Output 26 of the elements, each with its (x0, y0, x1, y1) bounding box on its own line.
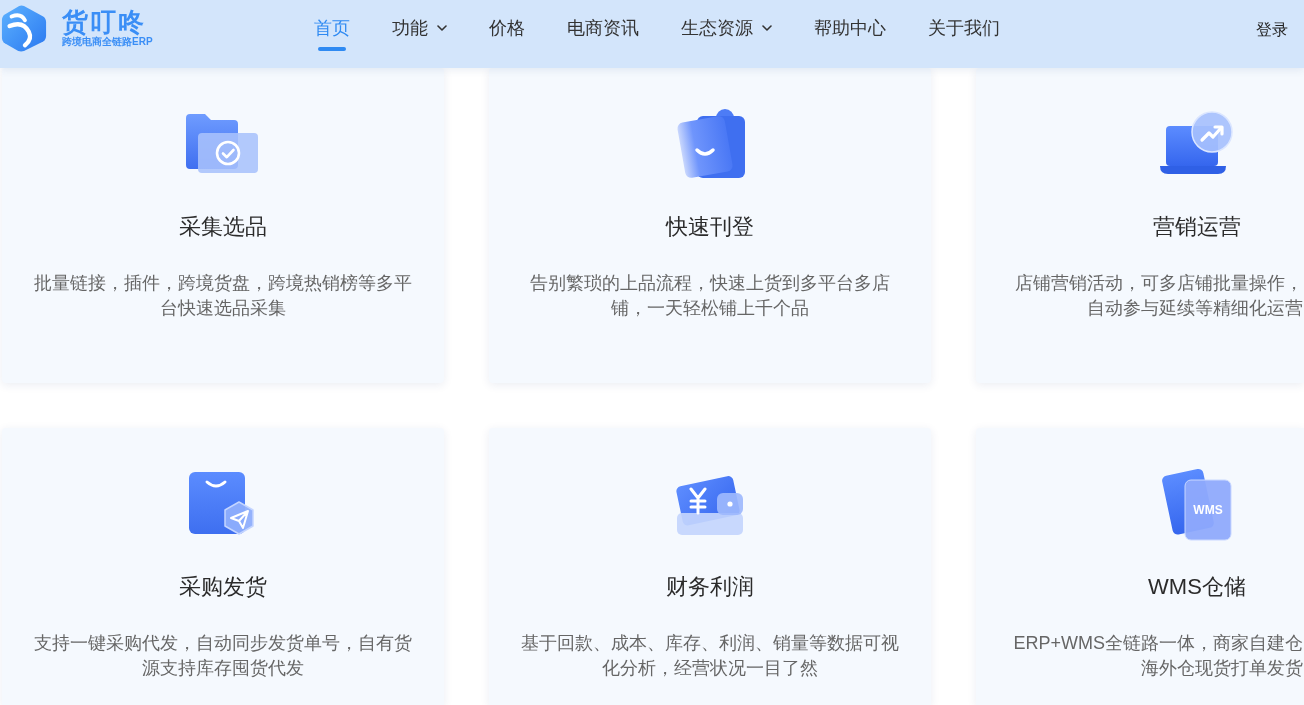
nav-link[interactable]: 电商资讯 (567, 16, 639, 40)
nav-link[interactable]: 功能 (392, 16, 447, 40)
login-link[interactable]: 登录 (1256, 19, 1288, 41)
card-description: ERP+WMS全链路一体，商家自建仓海外仓现货打单发货 (1012, 632, 1303, 680)
card-title: 采集选品 (179, 213, 267, 241)
stacked-cards-icon (1161, 466, 1233, 542)
icon-label: WMS (1193, 503, 1223, 517)
card-title: WMS仓储 (1148, 573, 1246, 601)
nav-link[interactable]: 生态资源 (681, 16, 772, 40)
card-description: 批量链接，插件，跨境货盘，跨境热销榜等多平台快速选品采集 (33, 272, 413, 320)
card-title: 采购发货 (179, 573, 267, 601)
folder-check-icon (186, 114, 260, 174)
nav-link[interactable]: 帮助中心 (814, 16, 886, 40)
card-title: 快速刊登 (666, 213, 754, 241)
card-description: 基于回款、成本、库存、利润、销量等数据可视化分析，经营状况一目了然 (520, 632, 900, 680)
card-title: 营销运营 (1153, 213, 1241, 241)
nav-link[interactable]: 关于我们 (928, 16, 1000, 40)
brand-tagline: 跨境电商全链路ERP (62, 36, 153, 48)
card-description: 告别繁琐的上品流程，快速上货到多平台多店铺，一天轻松铺上千个品 (529, 272, 891, 320)
card-title: 财务利润 (666, 573, 754, 601)
card-description: 店铺营销活动，可多店铺批量操作，自动参与延续等精细化运营 (1014, 272, 1303, 320)
nav-link[interactable]: 价格 (489, 16, 525, 40)
card-description: 支持一键采购代发，自动同步发货单号，自有货源支持库存囤货代发 (33, 632, 413, 680)
logo-icon (0, 3, 48, 53)
brand-name: 货叮咚 (62, 8, 147, 36)
active-underline (318, 47, 346, 51)
